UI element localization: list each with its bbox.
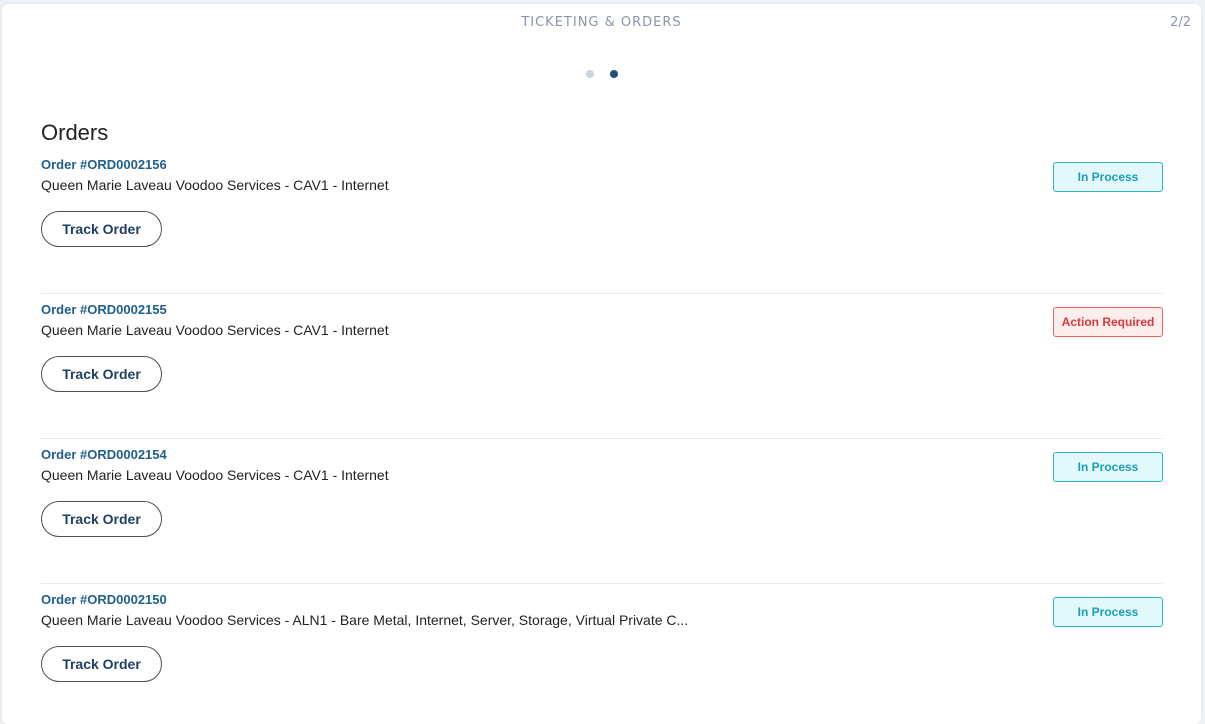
pagination-dot-1[interactable] [586, 70, 594, 78]
order-id-link[interactable]: Order #ORD0002154 [41, 447, 167, 462]
order-description: Queen Marie Laveau Voodoo Services - CAV… [41, 467, 389, 483]
order-description: Queen Marie Laveau Voodoo Services - CAV… [41, 322, 389, 338]
orders-list: Order #ORD0002156 Queen Marie Laveau Voo… [41, 149, 1163, 724]
status-badge: In Process [1053, 452, 1163, 482]
carousel-pagination [586, 70, 618, 78]
card-title: TICKETING & ORDERS [521, 15, 682, 30]
order-item: Order #ORD0002155 Queen Marie Laveau Voo… [41, 294, 1163, 439]
status-badge: In Process [1053, 597, 1163, 627]
pagination-dot-2[interactable] [610, 70, 618, 78]
order-item: Order #ORD0002150 Queen Marie Laveau Voo… [41, 584, 1163, 724]
section-title: Orders [41, 120, 109, 145]
order-id-link[interactable]: Order #ORD0002155 [41, 302, 167, 317]
order-id-link[interactable]: Order #ORD0002150 [41, 592, 167, 607]
status-badge: In Process [1053, 162, 1163, 192]
track-order-button[interactable]: Track Order [41, 501, 162, 537]
order-description: Queen Marie Laveau Voodoo Services - ALN… [41, 612, 689, 628]
track-order-button[interactable]: Track Order [41, 356, 162, 392]
order-item: Order #ORD0002156 Queen Marie Laveau Voo… [41, 149, 1163, 294]
order-description: Queen Marie Laveau Voodoo Services - CAV… [41, 177, 389, 193]
status-badge: Action Required [1053, 307, 1163, 337]
ticketing-orders-card: TICKETING & ORDERS 2/2 Orders Order #ORD… [2, 4, 1201, 724]
page-count: 2/2 [1170, 15, 1191, 30]
track-order-button[interactable]: Track Order [41, 646, 162, 682]
track-order-button[interactable]: Track Order [41, 211, 162, 247]
order-item: Order #ORD0002154 Queen Marie Laveau Voo… [41, 439, 1163, 584]
order-id-link[interactable]: Order #ORD0002156 [41, 157, 167, 172]
